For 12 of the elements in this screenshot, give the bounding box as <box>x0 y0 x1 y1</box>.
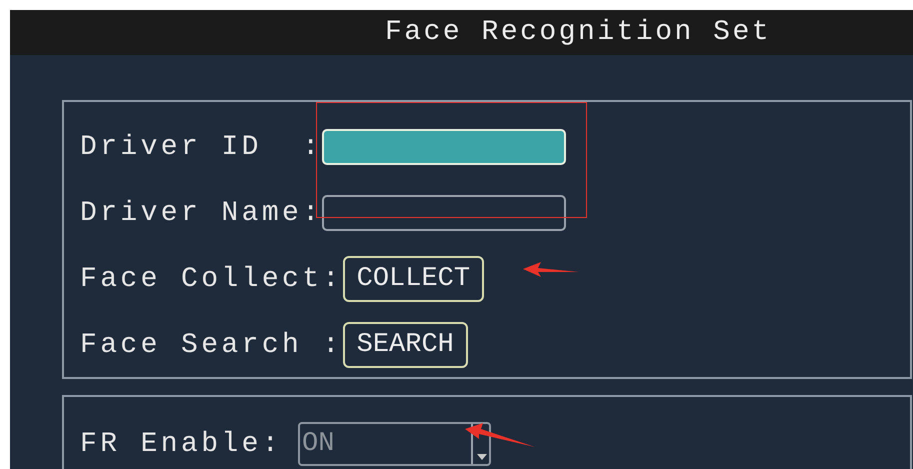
arrow-icon <box>465 423 535 449</box>
caret-icon <box>471 424 490 464</box>
field-label: Face Collect: <box>80 264 343 294</box>
action-button[interactable]: COLLECT <box>342 256 484 302</box>
input-field[interactable] <box>322 195 566 231</box>
field-label: Driver ID : <box>80 132 322 162</box>
action-button[interactable]: SEARCH <box>342 322 468 368</box>
field-label: FR Enable: <box>80 428 282 460</box>
arrow-icon <box>523 260 579 280</box>
field-label: Face Search : <box>80 330 343 360</box>
window-title: Face Recognition Set <box>385 17 772 48</box>
field-label: Driver Name: <box>80 198 322 228</box>
